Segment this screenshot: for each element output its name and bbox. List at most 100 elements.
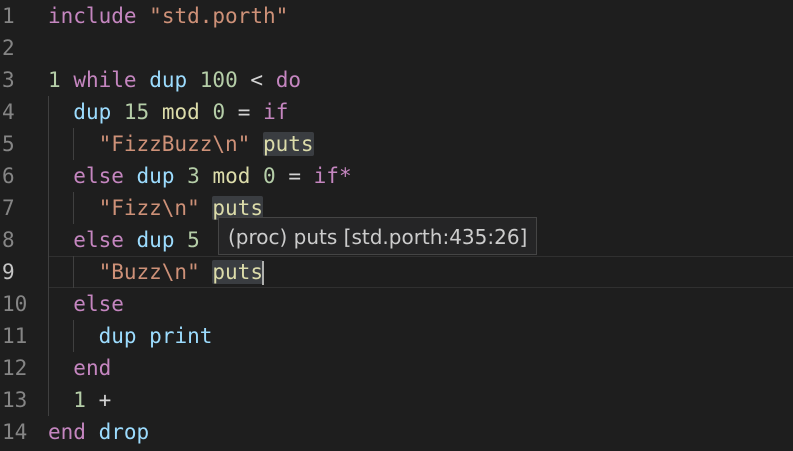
code-token: 5 bbox=[187, 228, 200, 252]
line-number: 11 bbox=[2, 324, 28, 348]
code-text[interactable]: "FizzBuzz\n" puts bbox=[48, 128, 314, 160]
line-number: 10 bbox=[2, 292, 28, 316]
code-token: dup bbox=[73, 100, 112, 124]
code-line[interactable]: 14 end drop bbox=[0, 416, 793, 448]
line-number: 13 bbox=[2, 388, 28, 412]
code-token: 1 bbox=[48, 68, 61, 92]
code-token: end bbox=[73, 356, 112, 380]
code-token: else bbox=[73, 228, 124, 252]
code-token: 15 bbox=[123, 100, 150, 124]
code-text[interactable]: else dup 5 bbox=[48, 224, 200, 256]
code-line[interactable]: 1 include "std.porth" bbox=[0, 0, 793, 32]
code-text[interactable]: "Buzz\n" puts bbox=[48, 256, 264, 288]
code-token: 0 bbox=[263, 164, 276, 188]
line-number: 2 bbox=[2, 36, 15, 60]
code-text[interactable]: dup 15 mod 0 = if bbox=[48, 96, 288, 128]
code-token: < bbox=[250, 68, 264, 92]
code-token: = bbox=[237, 100, 251, 124]
text-cursor bbox=[261, 261, 264, 285]
code-token: mod bbox=[212, 164, 251, 188]
line-number: 5 bbox=[2, 132, 15, 156]
code-token: "Fizz\n" bbox=[98, 196, 200, 220]
code-token: end bbox=[48, 420, 86, 444]
code-line[interactable]: 11 dup print bbox=[0, 320, 793, 352]
code-token: while bbox=[73, 68, 137, 92]
code-line[interactable]: 4 dup 15 mod 0 = if bbox=[0, 96, 793, 128]
code-token: dup bbox=[149, 68, 188, 92]
code-token: else bbox=[73, 164, 124, 188]
code-line[interactable]: 13 1 + bbox=[0, 384, 793, 416]
code-token: print bbox=[149, 324, 213, 348]
code-token: dup bbox=[136, 164, 175, 188]
code-text[interactable]: 1 + bbox=[48, 384, 111, 416]
code-line[interactable]: 12 end bbox=[0, 352, 793, 384]
line-number: 6 bbox=[2, 164, 15, 188]
line-number: 8 bbox=[2, 228, 15, 252]
line-number: 3 bbox=[2, 68, 15, 92]
code-text[interactable]: else bbox=[48, 288, 124, 320]
code-token: puts bbox=[212, 260, 263, 284]
code-text[interactable]: else dup 3 mod 0 = if* bbox=[48, 160, 351, 192]
code-text[interactable]: end bbox=[48, 352, 111, 384]
code-line[interactable]: 2 bbox=[0, 32, 793, 64]
code-token: "Buzz\n" bbox=[98, 260, 200, 284]
code-token: else bbox=[73, 292, 124, 316]
code-token: include bbox=[48, 4, 137, 28]
code-line[interactable]: 6 else dup 3 mod 0 = if* bbox=[0, 160, 793, 192]
code-text[interactable]: dup print bbox=[48, 320, 213, 352]
code-text[interactable]: end drop bbox=[48, 416, 149, 448]
code-text[interactable]: 1 while dup 100 < do bbox=[48, 64, 301, 96]
code-token: 3 bbox=[187, 164, 200, 188]
line-number: 9 bbox=[2, 260, 15, 284]
code-token: "std.porth" bbox=[149, 4, 289, 28]
code-text[interactable]: include "std.porth" bbox=[48, 0, 288, 32]
line-number: 12 bbox=[2, 356, 28, 380]
code-token: mod bbox=[161, 100, 200, 124]
code-token: = bbox=[288, 164, 301, 188]
line-number: 4 bbox=[2, 100, 15, 124]
code-token: 0 bbox=[212, 100, 226, 124]
code-token: dup bbox=[136, 228, 175, 252]
code-line[interactable]: 5 "FizzBuzz\n" puts bbox=[0, 128, 793, 160]
code-token: puts bbox=[262, 132, 314, 156]
code-line[interactable]: 3 1 while dup 100 < do bbox=[0, 64, 793, 96]
code-line[interactable]: 10 else bbox=[0, 288, 793, 320]
code-token: + bbox=[98, 388, 112, 412]
code-token: 100 bbox=[199, 68, 238, 92]
hover-tooltip: (proc) puts [std.porth:435:26] bbox=[218, 217, 538, 255]
code-line[interactable]: 9 "Buzz\n" puts bbox=[0, 256, 793, 288]
code-token: do bbox=[275, 68, 301, 92]
hover-tooltip-text: (proc) puts [std.porth:435:26] bbox=[228, 225, 528, 249]
